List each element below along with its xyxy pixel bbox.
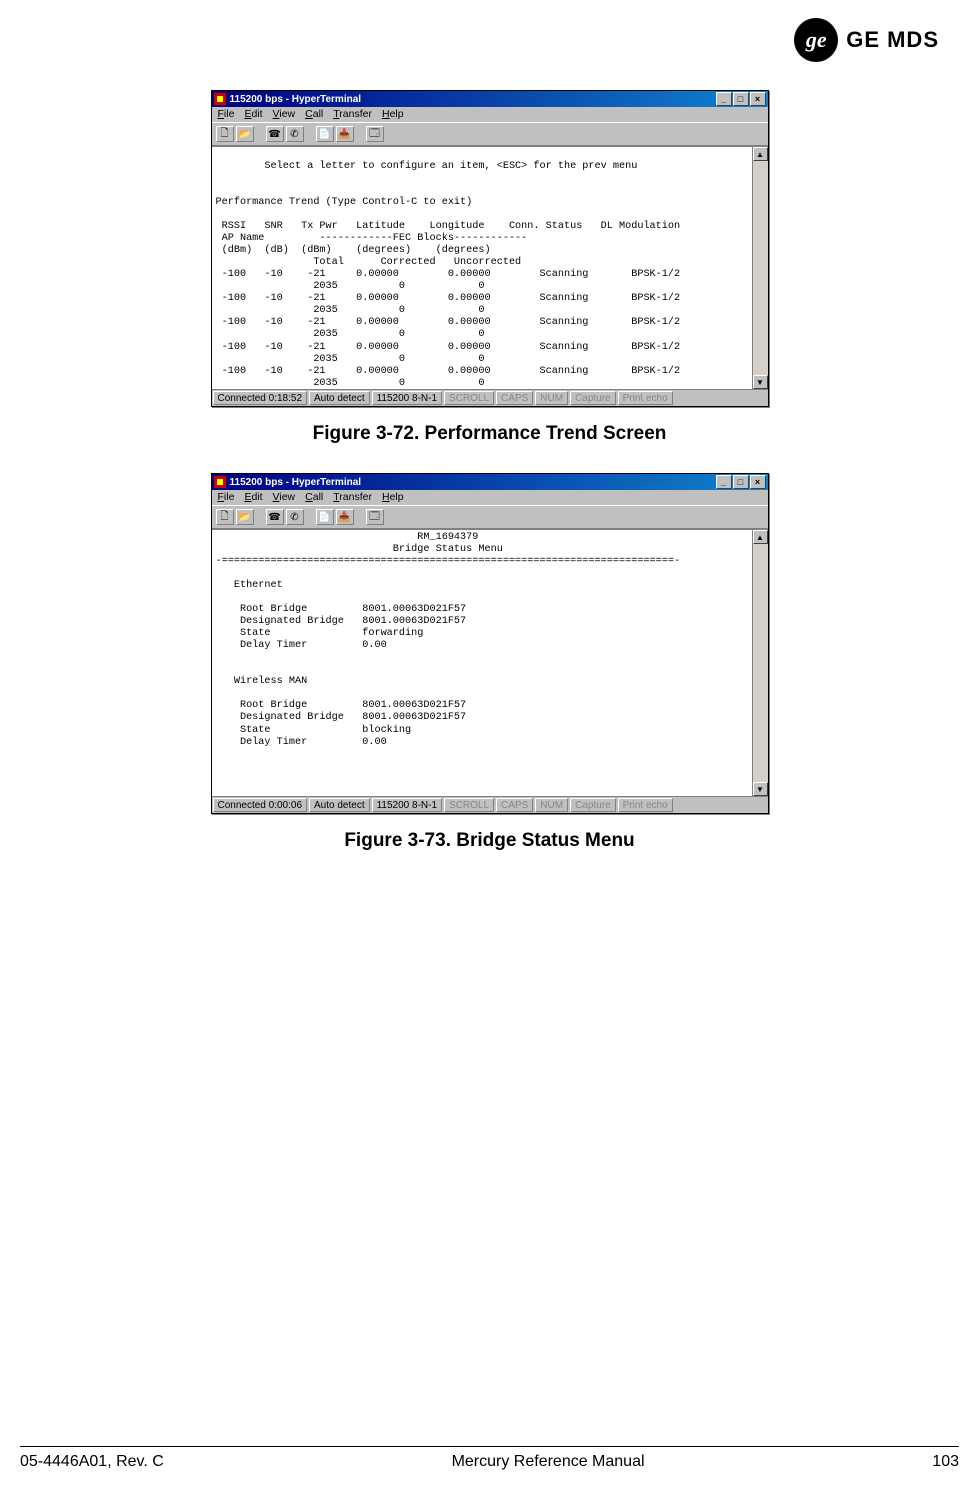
close-button[interactable]: × bbox=[750, 475, 766, 489]
status-conn: 115200 8-N-1 bbox=[372, 798, 442, 812]
page-footer: 05-4446A01, Rev. C Mercury Reference Man… bbox=[20, 1446, 959, 1471]
disconnect-icon[interactable]: ✆ bbox=[286, 509, 304, 525]
terminal-output[interactable]: Select a letter to configure an item, <E… bbox=[212, 147, 752, 389]
statusbar: Connected 0:00:06 Auto detect 115200 8-N… bbox=[212, 796, 768, 813]
properties-icon[interactable]: 🗔 bbox=[366, 509, 384, 525]
footer-right: 103 bbox=[932, 1453, 959, 1471]
status-conn: 115200 8-N-1 bbox=[372, 391, 442, 405]
open-icon[interactable]: 📂 bbox=[236, 509, 254, 525]
menu-call[interactable]: Call bbox=[305, 491, 323, 505]
status-echo: Print echo bbox=[618, 391, 673, 405]
receive-icon[interactable]: 📥 bbox=[336, 509, 354, 525]
scroll-up-icon[interactable]: ▲ bbox=[753, 530, 768, 544]
status-caps: CAPS bbox=[496, 391, 533, 405]
menu-view[interactable]: View bbox=[273, 108, 296, 122]
status-scroll: SCROLL bbox=[444, 798, 494, 812]
toolbar: 🗋 📂 ☎ ✆ 📄 📥 🗔 bbox=[212, 122, 768, 146]
figure-3-73: 115200 bps - HyperTerminal _ □ × File Ed… bbox=[40, 473, 939, 852]
status-capture: Capture bbox=[570, 391, 616, 405]
connect-icon[interactable]: ☎ bbox=[266, 509, 284, 525]
status-detect: Auto detect bbox=[309, 798, 370, 812]
brand-name: GE MDS bbox=[846, 27, 939, 53]
hyperterminal-window-1: 115200 bps - HyperTerminal _ □ × File Ed… bbox=[211, 90, 769, 407]
titlebar[interactable]: 115200 bps - HyperTerminal _ □ × bbox=[212, 91, 768, 107]
menu-help[interactable]: Help bbox=[382, 108, 404, 122]
statusbar: Connected 0:18:52 Auto detect 115200 8-N… bbox=[212, 389, 768, 406]
menu-call[interactable]: Call bbox=[305, 108, 323, 122]
figure-caption-2: Figure 3-73. Bridge Status Menu bbox=[344, 830, 634, 852]
menubar[interactable]: File Edit View Call Transfer Help bbox=[212, 490, 768, 505]
app-icon bbox=[214, 93, 226, 105]
status-time: Connected 0:18:52 bbox=[213, 391, 308, 405]
status-detect: Auto detect bbox=[309, 391, 370, 405]
status-caps: CAPS bbox=[496, 798, 533, 812]
send-icon[interactable]: 📄 bbox=[316, 509, 334, 525]
receive-icon[interactable]: 📥 bbox=[336, 126, 354, 142]
connect-icon[interactable]: ☎ bbox=[266, 126, 284, 142]
menu-view[interactable]: View bbox=[273, 491, 296, 505]
scroll-down-icon[interactable]: ▼ bbox=[753, 782, 768, 796]
vertical-scrollbar[interactable]: ▲ ▼ bbox=[752, 147, 768, 389]
window-title: 115200 bps - HyperTerminal bbox=[230, 477, 716, 488]
menu-file[interactable]: File bbox=[218, 491, 235, 505]
close-button[interactable]: × bbox=[750, 92, 766, 106]
terminal-output[interactable]: RM_1694379 Bridge Status Menu -=========… bbox=[212, 530, 752, 796]
status-capture: Capture bbox=[570, 798, 616, 812]
titlebar[interactable]: 115200 bps - HyperTerminal _ □ × bbox=[212, 474, 768, 490]
scroll-up-icon[interactable]: ▲ bbox=[753, 147, 768, 161]
status-num: NUM bbox=[535, 391, 568, 405]
send-icon[interactable]: 📄 bbox=[316, 126, 334, 142]
footer-center: Mercury Reference Manual bbox=[452, 1453, 645, 1471]
window-title: 115200 bps - HyperTerminal bbox=[230, 94, 716, 105]
toolbar: 🗋 📂 ☎ ✆ 📄 📥 🗔 bbox=[212, 505, 768, 529]
figure-3-72: 115200 bps - HyperTerminal _ □ × File Ed… bbox=[40, 90, 939, 445]
maximize-button[interactable]: □ bbox=[733, 92, 749, 106]
status-time: Connected 0:00:06 bbox=[213, 798, 308, 812]
status-echo: Print echo bbox=[618, 798, 673, 812]
menu-edit[interactable]: Edit bbox=[244, 491, 262, 505]
disconnect-icon[interactable]: ✆ bbox=[286, 126, 304, 142]
menu-transfer[interactable]: Transfer bbox=[333, 108, 372, 122]
status-scroll: SCROLL bbox=[444, 391, 494, 405]
new-icon[interactable]: 🗋 bbox=[216, 126, 234, 142]
ge-logo-icon: ge bbox=[794, 18, 838, 62]
minimize-button[interactable]: _ bbox=[716, 92, 732, 106]
minimize-button[interactable]: _ bbox=[716, 475, 732, 489]
brand-header: ge GE MDS bbox=[794, 18, 939, 62]
menu-help[interactable]: Help bbox=[382, 491, 404, 505]
menu-file[interactable]: File bbox=[218, 108, 235, 122]
properties-icon[interactable]: 🗔 bbox=[366, 126, 384, 142]
menu-edit[interactable]: Edit bbox=[244, 108, 262, 122]
menu-transfer[interactable]: Transfer bbox=[333, 491, 372, 505]
menubar[interactable]: File Edit View Call Transfer Help bbox=[212, 107, 768, 122]
new-icon[interactable]: 🗋 bbox=[216, 509, 234, 525]
scroll-down-icon[interactable]: ▼ bbox=[753, 375, 768, 389]
vertical-scrollbar[interactable]: ▲ ▼ bbox=[752, 530, 768, 796]
app-icon bbox=[214, 476, 226, 488]
maximize-button[interactable]: □ bbox=[733, 475, 749, 489]
status-num: NUM bbox=[535, 798, 568, 812]
hyperterminal-window-2: 115200 bps - HyperTerminal _ □ × File Ed… bbox=[211, 473, 769, 814]
figure-caption-1: Figure 3-72. Performance Trend Screen bbox=[313, 423, 667, 445]
open-icon[interactable]: 📂 bbox=[236, 126, 254, 142]
footer-left: 05-4446A01, Rev. C bbox=[20, 1453, 164, 1471]
